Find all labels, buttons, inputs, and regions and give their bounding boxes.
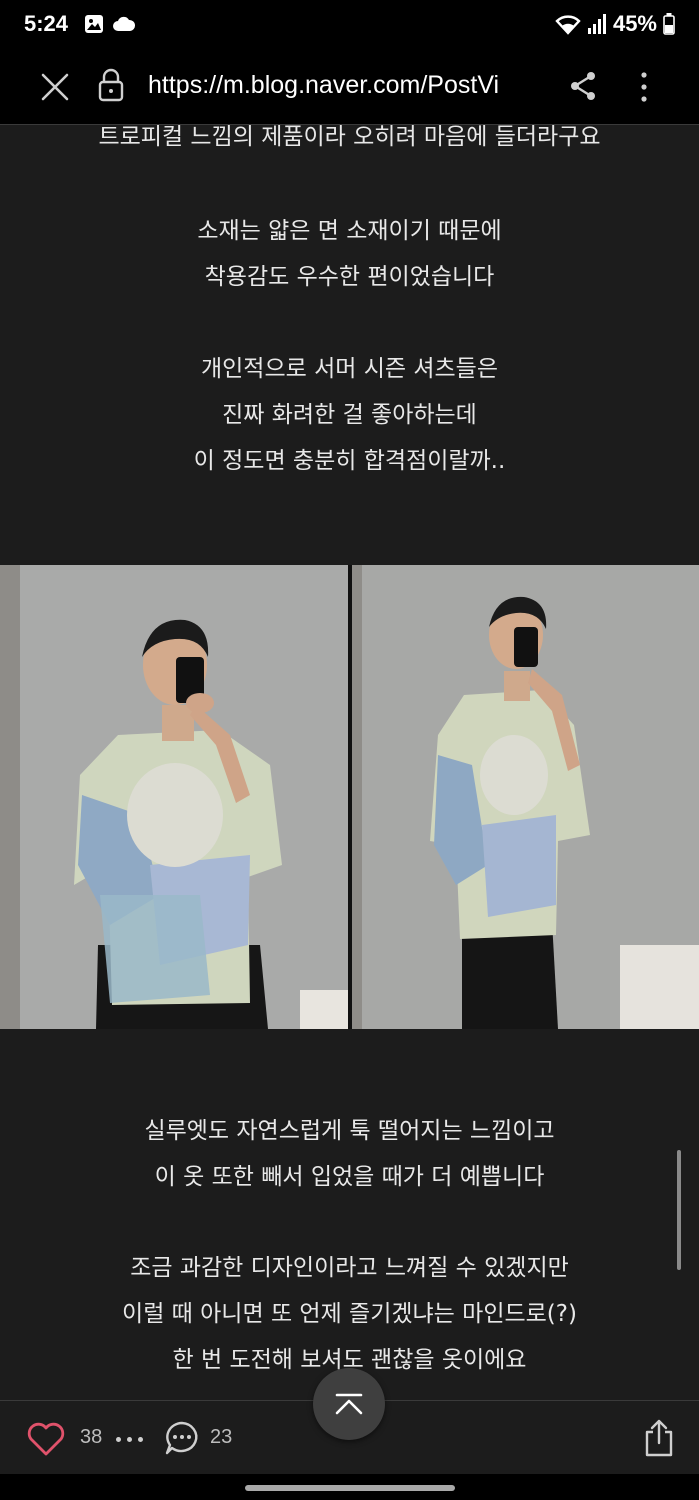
- post-line: 개인적으로 서머 시즌 셔츠들은: [200, 356, 498, 382]
- post-content: 트로피컬 느낌의 제품이라 오히려 마음에 들더라구요 소재는 얇은 면 소재이…: [0, 124, 699, 1400]
- system-nav-area: [0, 1474, 699, 1500]
- status-time: 5:24: [24, 11, 69, 36]
- upload-share-icon[interactable]: [642, 1418, 676, 1458]
- lock-icon: [98, 68, 124, 102]
- post-photo-1[interactable]: [0, 565, 348, 1029]
- photo-row: [0, 565, 699, 1029]
- battery-icon: [663, 13, 675, 35]
- comment-count: 23: [210, 1426, 233, 1448]
- signal-icon: [587, 14, 606, 34]
- status-bar: 5:24 45%: [0, 0, 699, 50]
- status-right: 45%: [555, 11, 675, 37]
- post-photo-2[interactable]: [352, 565, 699, 1029]
- post-line: 조금 과감한 디자인이라고 느껴질 수 있겠지만: [130, 1255, 569, 1281]
- home-indicator[interactable]: [245, 1485, 455, 1491]
- status-notification-icons: [84, 14, 136, 34]
- scroll-to-top-button[interactable]: [313, 1368, 385, 1440]
- browser-url-bar: https://m.blog.naver.com/PostVi: [0, 50, 699, 125]
- like-count: 38: [80, 1426, 103, 1448]
- post-line: 소재는 얇은 면 소재이기 때문에: [197, 218, 502, 244]
- more-options-icon[interactable]: [634, 70, 654, 104]
- post-line: 착용감도 우수한 편이었습니다: [204, 264, 495, 290]
- post-paragraph-5: 조금 과감한 디자인이라고 느껴질 수 있겠지만 이럴 때 아니면 또 언제 즐…: [0, 1245, 699, 1383]
- post-line: 이럴 때 아니면 또 언제 즐기겠냐는 마인드로(?): [122, 1301, 577, 1327]
- page-scrollbar[interactable]: [677, 1150, 681, 1270]
- post-line: 트로피컬 느낌의 제품이라 오히려 마음에 들더라구요: [98, 124, 601, 150]
- battery-percent: 45%: [612, 11, 657, 36]
- post-line: 실루엣도 자연스럽게 툭 떨어지는 느낌이고: [144, 1118, 555, 1144]
- post-paragraph-2: 소재는 얇은 면 소재이기 때문에 착용감도 우수한 편이었습니다: [0, 208, 699, 300]
- heart-icon[interactable]: [26, 1421, 66, 1457]
- close-icon[interactable]: [38, 70, 72, 104]
- url-text[interactable]: https://m.blog.naver.com/PostVi: [148, 71, 548, 100]
- post-paragraph-4: 실루엣도 자연스럽게 툭 떨어지는 느낌이고 이 옷 또한 빼서 입었을 때가 …: [0, 1108, 699, 1200]
- post-paragraph-1: 트로피컬 느낌의 제품이라 오히려 마음에 들더라구요: [0, 124, 699, 160]
- post-line: 진짜 화려한 걸 좋아하는데: [222, 402, 477, 428]
- cloud-icon: [113, 16, 136, 31]
- gallery-icon: [85, 15, 103, 33]
- post-paragraph-3: 개인적으로 서머 시즌 셔츠들은 진짜 화려한 걸 좋아하는데 이 정도면 충분…: [0, 346, 699, 484]
- post-line: 이 정도면 충분히 합격점이랄까..: [193, 448, 506, 474]
- chevron-up-icon: [335, 1393, 363, 1415]
- wifi-icon: [555, 15, 581, 35]
- comment-icon[interactable]: [164, 1420, 200, 1456]
- post-line: 이 옷 또한 빼서 입었을 때가 더 예쁩니다: [154, 1164, 545, 1190]
- share-icon[interactable]: [568, 70, 598, 102]
- more-dots-icon[interactable]: [116, 1437, 143, 1442]
